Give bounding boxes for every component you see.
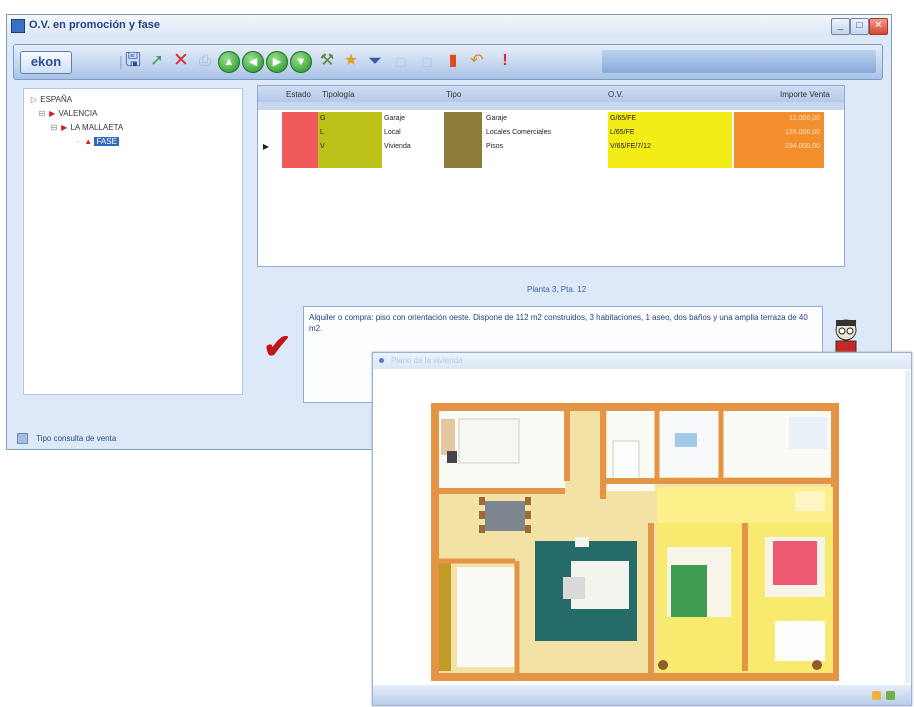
tree-item-province[interactable]: ⊟ ▶ VALENCIA (38, 109, 98, 118)
app-icon (11, 19, 25, 33)
table-row[interactable]: G Garaje Garaje G/65/FE 12.000,00 (258, 112, 844, 126)
estado-cell (282, 112, 318, 126)
red-arrow-icon: ▶ (49, 109, 56, 118)
tipologia-code-cell: L (318, 126, 382, 140)
tipologia-cell: Local (384, 129, 401, 136)
tree-label: ESPAÑA (40, 95, 73, 104)
grid-header: Estado Tipología Tipo O.V. Importe Venta (258, 86, 844, 102)
tools-icon[interactable]: ⚒ (316, 49, 338, 73)
checkmark-icon: ✔ (263, 328, 292, 366)
table-row-selected[interactable]: ▶ V Vivienda Pisos V/65/FE/7/12 234.000,… (258, 140, 844, 154)
status-icon (17, 433, 28, 445)
maximize-button[interactable]: □ (850, 18, 869, 35)
disabled-tool-icon-2[interactable]: ◻ (416, 49, 438, 73)
tipologia-cell: Garaje (384, 115, 406, 122)
delete-icon[interactable]: ✕ (170, 49, 192, 73)
ov-cell: G/65/FE (608, 112, 732, 126)
disabled-tool-icon[interactable]: ◻ (390, 49, 412, 73)
tree-label: VALENCIA (58, 109, 98, 118)
ekon-logo: ekon (20, 51, 72, 74)
next-record-icon[interactable]: ▶ (266, 51, 288, 73)
expand-icon[interactable]: ⊟ (38, 109, 46, 118)
ov-cell: V/65/FE/7/12 (608, 140, 732, 154)
plan-title-bar: Plano de la vivienda (373, 353, 911, 369)
tree-item-phase[interactable]: · ▲ FASE (74, 137, 119, 146)
tipo-desc-cell: Pisos (486, 143, 504, 150)
red-arrow-icon: ▶ (61, 123, 68, 132)
location-tree[interactable]: ▷ ESPAÑA ⊟ ▶ VALENCIA ⊟ ▶ LA MALLAETA · … (23, 88, 243, 395)
tipologia-code-cell: V (318, 140, 382, 154)
leaf-connector-icon: · (76, 137, 80, 146)
plan-window-title: Plano de la vivienda (391, 356, 463, 365)
tipo-cell (444, 112, 482, 126)
red-arrow-icon: ▲ (84, 137, 93, 146)
last-record-icon[interactable]: ▼ (290, 51, 312, 73)
previous-record-icon[interactable]: ◀ (242, 51, 264, 73)
plan-window-icon (379, 358, 384, 363)
ok-icon[interactable] (886, 691, 895, 700)
importe-cell: 12.000,00 (734, 112, 824, 126)
undo-icon[interactable]: ↶ (466, 49, 488, 73)
window-title: O.V. en promoción y fase (29, 19, 161, 31)
ov-cell: L/65/FE (608, 126, 732, 140)
plan-scrollbar[interactable] (905, 371, 910, 683)
orange-arrow-icon: ▷ (30, 95, 38, 104)
tipo-cell (444, 140, 482, 154)
importe-cell: 135.000,00 (734, 126, 824, 140)
expand-icon[interactable]: ⊟ (50, 123, 58, 132)
row-pointer-icon: ▶ (262, 142, 270, 151)
ov-cell (608, 154, 732, 168)
export-icon[interactable]: ➚ (146, 49, 168, 73)
first-record-icon[interactable]: ▲ (218, 51, 240, 73)
sales-grid[interactable]: Estado Tipología Tipo O.V. Importe Venta… (257, 85, 845, 267)
tree-item-promotion[interactable]: ⊟ ▶ LA MALLAETA (50, 123, 124, 132)
alert-icon[interactable]: ! (494, 49, 516, 73)
floor-plan-drawing (431, 403, 839, 681)
header-tipo[interactable]: Tipo (446, 86, 461, 102)
estado-cell (282, 140, 318, 154)
status-text: Tipo consulta de venta (36, 434, 117, 443)
chart-icon[interactable]: ▮ (442, 49, 464, 73)
tipo-cell (444, 154, 482, 168)
header-ov[interactable]: O.V. (608, 86, 623, 102)
tipologia-code-cell: G (318, 112, 382, 126)
toolbar: ekon | 🖫 ➚ ✕ ⎙ ▲ ◀ ▶ ▼ ⚒ ★ ⏷ ◻ ◻ ▮ ↶ ! (13, 44, 883, 80)
header-importe[interactable]: Importe Venta (780, 86, 830, 102)
table-row[interactable]: L Local Locales Comerciales L/65/FE 135.… (258, 126, 844, 140)
plan-status-bar (373, 685, 911, 705)
tipologia-cell: Vivienda (384, 143, 411, 150)
favorite-icon[interactable]: ★ (340, 49, 362, 73)
floor-plan-image (375, 371, 901, 683)
tipo-desc-cell: Locales Comerciales (486, 129, 551, 136)
status-bar: Tipo consulta de venta (13, 431, 373, 447)
tree-item-country[interactable]: ▷ ESPAÑA (30, 95, 72, 104)
tree-label-selected: FASE (94, 137, 119, 146)
estado-cell (282, 126, 318, 140)
tipo-cell (444, 126, 482, 140)
minimize-button[interactable]: _ (831, 18, 850, 35)
grid-group-band (258, 102, 844, 110)
header-tipologia[interactable]: Tipología (322, 86, 355, 102)
importe-cell: 234.000,00 (734, 140, 824, 154)
floor-plan-window[interactable]: Plano de la vivienda (372, 352, 912, 706)
close-button[interactable]: ✕ (869, 18, 888, 35)
print-icon[interactable]: ⎙ (194, 49, 216, 73)
header-estado[interactable]: Estado (286, 86, 311, 102)
unit-caption: Planta 3, Pta. 12 (527, 285, 587, 294)
estado-cell (282, 154, 318, 168)
tipo-desc-cell: Garaje (486, 115, 508, 122)
toolbar-spacer (602, 50, 876, 73)
warning-icon[interactable] (872, 691, 881, 700)
table-row-empty[interactable] (258, 154, 844, 168)
save-icon[interactable]: 🖫 (122, 49, 144, 73)
title-bar: O.V. en promoción y fase _ □ ✕ (7, 15, 891, 37)
importe-cell (734, 154, 824, 168)
tipologia-code-cell (318, 154, 382, 168)
filter-icon[interactable]: ⏷ (364, 49, 386, 73)
tree-label: LA MALLAETA (70, 123, 124, 132)
